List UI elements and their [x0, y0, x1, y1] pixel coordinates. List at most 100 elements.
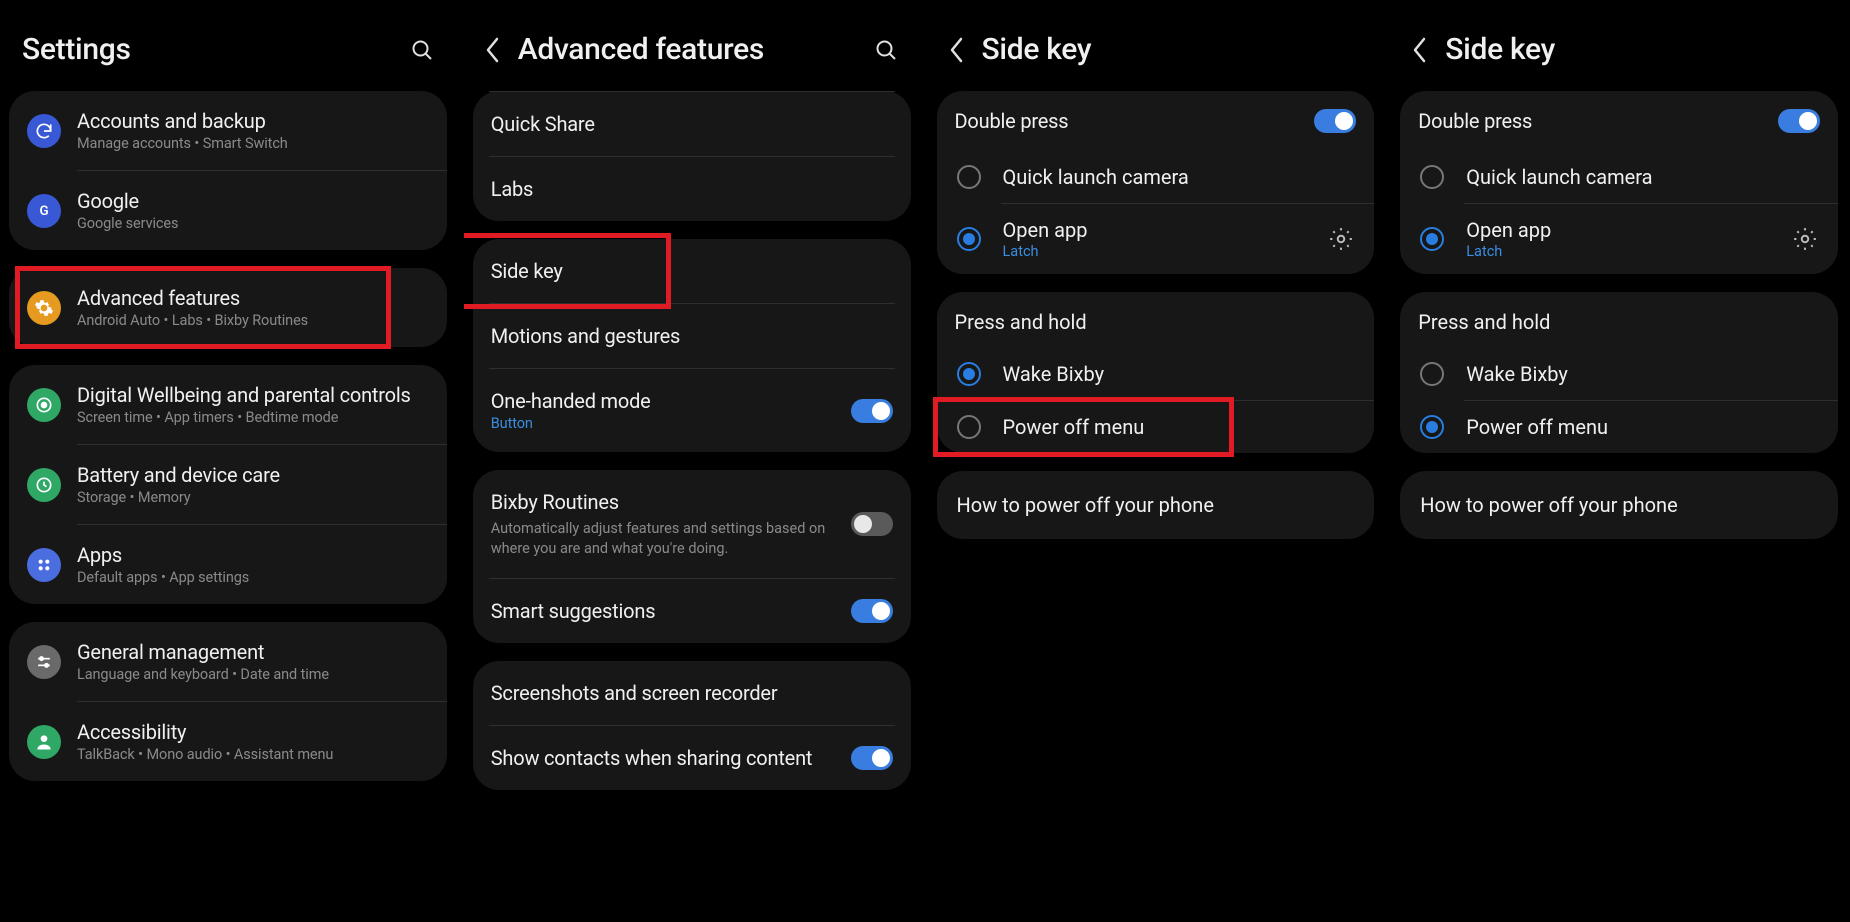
double-press-section: Double pressQuick launch cameraOpen appL… — [937, 91, 1375, 274]
press-hold-section: Press and hold Wake Bixby Power off menu — [937, 292, 1375, 453]
double-press-toggle[interactable] — [1778, 109, 1820, 133]
radio-option[interactable]: Power off menu — [1400, 401, 1838, 453]
radio-button[interactable] — [1420, 227, 1444, 251]
person-icon — [27, 725, 61, 759]
radio-button[interactable] — [1420, 415, 1444, 439]
settings-item[interactable]: GGoogleGoogle services — [9, 171, 447, 250]
item-title: Google — [77, 189, 429, 213]
how-to-link[interactable]: How to power off your phone — [1400, 471, 1838, 539]
settings-item[interactable]: Advanced featuresAndroid Auto • Labs • B… — [9, 268, 447, 347]
section-label: Press and hold — [937, 292, 1375, 348]
settings-group: Digital Wellbeing and parental controls S… — [9, 365, 447, 604]
advanced-item[interactable]: Show contacts when sharing content — [473, 726, 911, 790]
radio-label: Open app — [1466, 218, 1770, 242]
item-subtitle: Default apps • App settings — [77, 569, 429, 586]
settings-item[interactable]: General management Language and keyboard … — [9, 622, 447, 701]
item-title: Show contacts when sharing content — [491, 746, 835, 770]
advanced-item[interactable]: One-handed modeButton — [473, 369, 911, 452]
page-title: Side key — [982, 32, 1362, 67]
advanced-item[interactable]: Screenshots and screen recorder — [473, 661, 911, 725]
radio-button[interactable] — [1420, 362, 1444, 386]
advanced-item[interactable]: Labs — [473, 157, 911, 221]
advanced-item[interactable]: Side key — [473, 239, 911, 303]
settings-item[interactable]: AccessibilityTalkBack • Mono audio • Ass… — [9, 702, 447, 781]
advanced-item[interactable]: Motions and gestures — [473, 304, 911, 368]
radio-label: Wake Bixby — [1003, 362, 1355, 386]
how-to-link[interactable]: How to power off your phone — [937, 471, 1375, 539]
sync-icon — [27, 114, 61, 148]
settings-item[interactable]: Battery and device careStorage • Memory — [9, 445, 447, 524]
toggle[interactable] — [851, 599, 893, 623]
g-icon: G — [27, 194, 61, 228]
toggle[interactable] — [851, 512, 893, 536]
radio-label: Wake Bixby — [1466, 362, 1818, 386]
double-press-header[interactable]: Double press — [1400, 91, 1838, 151]
settings-screen: Settings Accounts and backupManage accou… — [0, 0, 459, 922]
item-title: Smart suggestions — [491, 599, 835, 623]
radio-sublabel: Latch — [1003, 243, 1307, 260]
double-press-toggle[interactable] — [1314, 109, 1356, 133]
battery-icon — [27, 468, 61, 502]
settings-item[interactable]: Accounts and backupManage accounts • Sma… — [9, 91, 447, 170]
radio-label: Open app — [1003, 218, 1307, 242]
item-title: Battery and device care — [77, 463, 429, 487]
header: Side key — [1391, 0, 1847, 91]
radio-option[interactable]: Quick launch camera — [1400, 151, 1838, 203]
item-subtitle: Language and keyboard • Date and time — [77, 666, 429, 683]
search-icon[interactable] — [410, 38, 434, 62]
search-icon[interactable] — [874, 38, 898, 62]
toggle[interactable] — [851, 746, 893, 770]
item-subtitle: Screen time • App timers • Bedtime mode — [77, 409, 429, 426]
settings-group: General management Language and keyboard … — [9, 622, 447, 781]
svg-text:G: G — [39, 204, 48, 219]
radio-option[interactable]: Open appLatch — [1400, 204, 1838, 274]
page-title: Settings — [22, 32, 396, 67]
radio-button[interactable] — [957, 227, 981, 251]
settings-item[interactable]: Digital Wellbeing and parental controls S… — [9, 365, 447, 444]
item-subtitle: TalkBack • Mono audio • Assistant menu — [77, 746, 429, 763]
gear-icon[interactable] — [1792, 226, 1818, 252]
settings-group: Advanced featuresAndroid Auto • Labs • B… — [9, 268, 447, 347]
section-label: Double press — [955, 109, 1299, 133]
radio-button[interactable] — [957, 362, 981, 386]
section-label: Press and hold — [1400, 292, 1838, 348]
item-title: Screenshots and screen recorder — [491, 681, 893, 705]
header: Advanced features — [464, 0, 920, 91]
gear-icon[interactable] — [1328, 226, 1354, 252]
sliders-icon — [27, 645, 61, 679]
side-key-screen-after: Side key Double press Quick launch camera… — [1391, 0, 1850, 922]
page-title: Advanced features — [518, 32, 860, 67]
double-press-header[interactable]: Double press — [937, 91, 1375, 151]
page-title: Side key — [1445, 32, 1825, 67]
advanced-item[interactable]: Smart suggestions — [473, 579, 911, 643]
advanced-group: Quick Share Labs — [473, 91, 911, 221]
settings-group: Accounts and backupManage accounts • Sma… — [9, 91, 447, 250]
radio-option[interactable]: Wake Bixby — [937, 348, 1375, 400]
item-title: Bixby Routines — [491, 490, 835, 514]
item-title: Labs — [491, 177, 893, 201]
press-hold-section: Press and hold Wake Bixby Power off menu — [1400, 292, 1838, 453]
item-title: Quick Share — [491, 112, 893, 136]
item-title: Accounts and backup — [77, 109, 429, 133]
item-subtitle: Android Auto • Labs • Bixby Routines — [77, 312, 429, 329]
radio-option[interactable]: Open appLatch — [937, 204, 1375, 274]
radio-button[interactable] — [1420, 165, 1444, 189]
item-title: General management — [77, 640, 429, 664]
radio-option[interactable]: Wake Bixby — [1400, 348, 1838, 400]
advanced-group: Screenshots and screen recorder Show cont… — [473, 661, 911, 790]
double-press-section: Double press Quick launch camera Open appL… — [1400, 91, 1838, 274]
radio-button[interactable] — [957, 165, 981, 189]
back-icon[interactable] — [1409, 39, 1431, 61]
advanced-item[interactable]: Quick Share — [473, 92, 911, 156]
advanced-item[interactable]: Bixby RoutinesAutomatically adjust featu… — [473, 470, 911, 578]
toggle[interactable] — [851, 399, 893, 423]
settings-item[interactable]: AppsDefault apps • App settings — [9, 525, 447, 604]
back-icon[interactable] — [482, 39, 504, 61]
radio-button[interactable] — [957, 415, 981, 439]
radio-option[interactable]: Quick launch camera — [937, 151, 1375, 203]
back-icon[interactable] — [946, 39, 968, 61]
radio-option[interactable]: Power off menu — [937, 401, 1375, 453]
radio-sublabel: Latch — [1466, 243, 1770, 260]
item-title: Digital Wellbeing and parental controls — [77, 383, 429, 407]
radio-label: Quick launch camera — [1466, 165, 1818, 189]
